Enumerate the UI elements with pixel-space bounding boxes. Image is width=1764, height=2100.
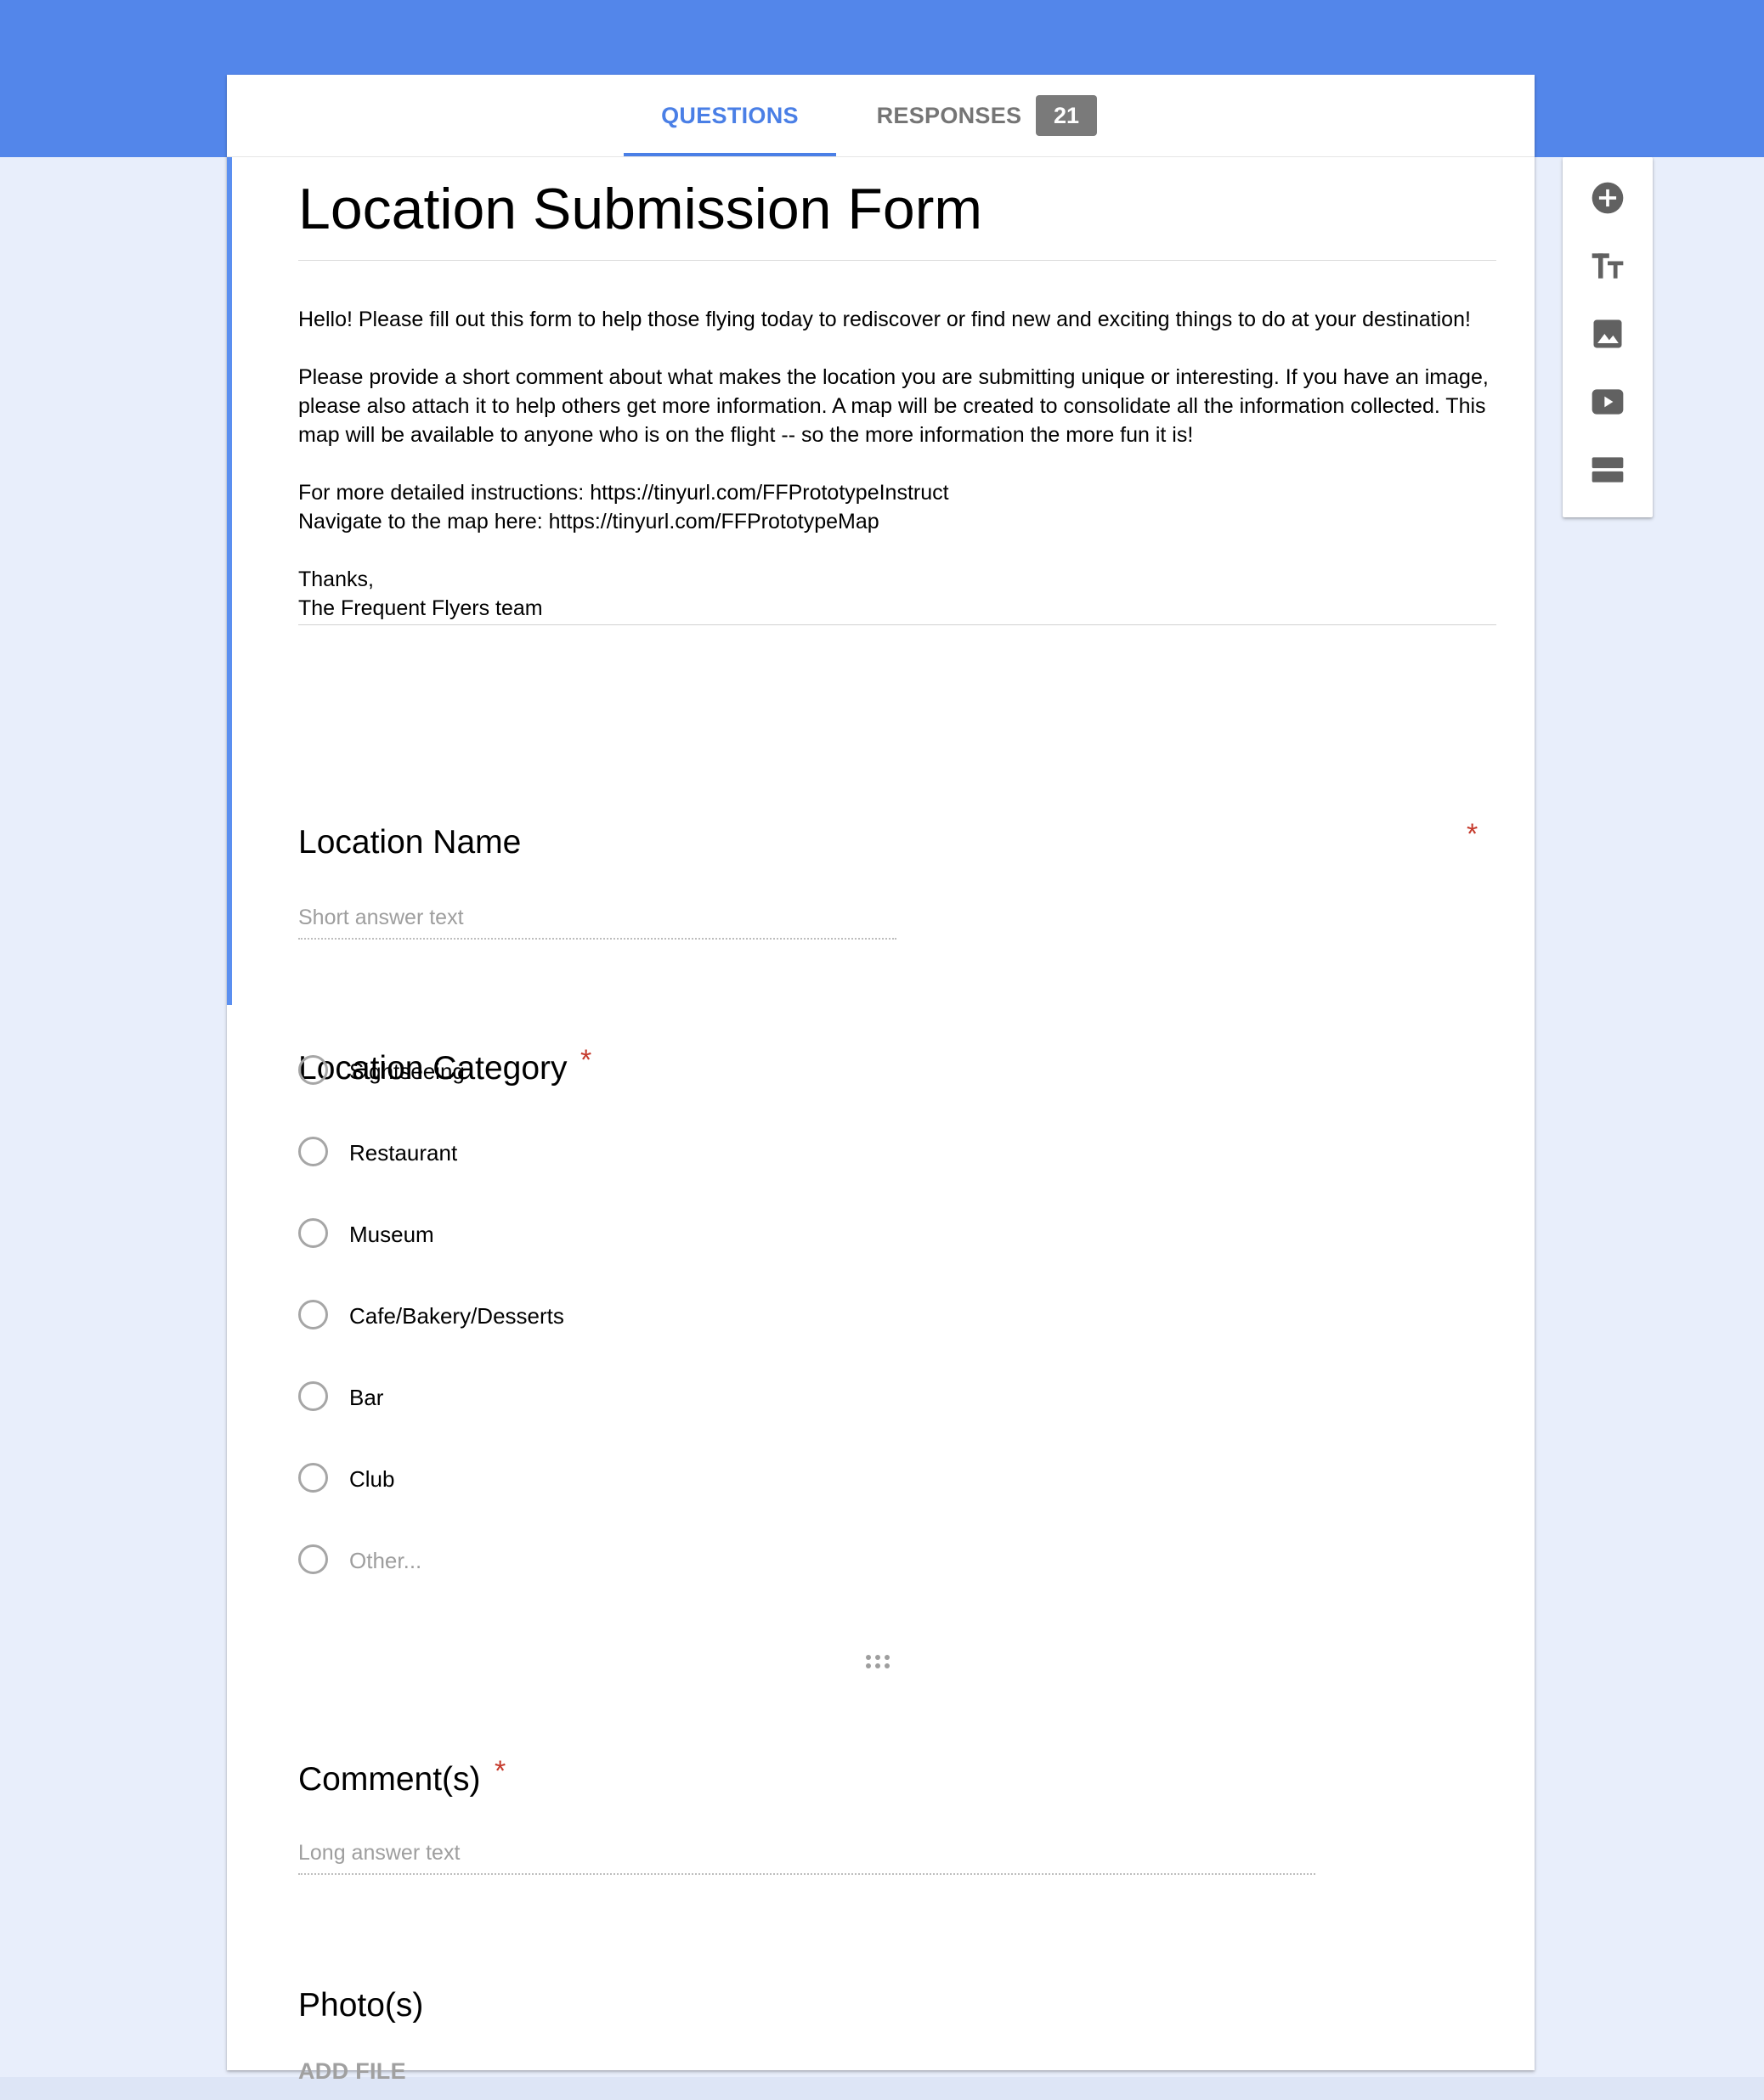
required-asterisk: * <box>1467 818 1478 850</box>
add-question-icon[interactable] <box>1582 172 1633 223</box>
active-section-indicator <box>227 157 232 1005</box>
short-answer-field[interactable] <box>298 897 896 940</box>
floating-toolbar <box>1563 157 1653 517</box>
radio-button[interactable] <box>298 1544 328 1574</box>
option-label: Cafe/Bakery/Desserts <box>349 1303 564 1329</box>
radio-button[interactable] <box>298 1300 328 1329</box>
radio-option-bar[interactable]: Bar <box>298 1381 808 1419</box>
description-paragraph: For more detailed instructions: https://… <box>298 481 949 533</box>
option-label: Museum <box>349 1222 434 1247</box>
drag-handle-icon[interactable] <box>866 1655 891 1670</box>
add-file-button[interactable]: ADD FILE <box>298 2058 406 2085</box>
description-paragraph: Thanks, The Frequent Flyers team <box>298 567 543 620</box>
form-description[interactable]: Hello! Please fill out this form to help… <box>298 305 1496 625</box>
radio-button[interactable] <box>298 1137 328 1166</box>
question-title-comments[interactable]: Comment(s) <box>298 1760 481 1799</box>
option-label: Bar <box>349 1385 384 1410</box>
image-icon[interactable] <box>1582 308 1633 359</box>
tab-bar: QUESTIONS RESPONSES 21 <box>227 75 1535 157</box>
question-title-photos[interactable]: Photo(s) <box>298 1986 423 2025</box>
option-label: Other... <box>349 1548 422 1573</box>
radio-option-cafe[interactable]: Cafe/Bakery/Desserts <box>298 1300 808 1337</box>
video-icon[interactable] <box>1582 376 1633 427</box>
radio-option-club[interactable]: Club <box>298 1463 808 1500</box>
page-bottom-strip <box>0 2077 1764 2100</box>
radio-option-restaurant[interactable]: Restaurant <box>298 1137 808 1174</box>
long-answer-field[interactable] <box>298 1832 1315 1875</box>
tab-responses[interactable]: RESPONSES <box>864 75 1034 156</box>
section-icon[interactable] <box>1582 444 1633 495</box>
responses-count-badge[interactable]: 21 <box>1036 95 1097 136</box>
radio-button[interactable] <box>298 1381 328 1411</box>
radio-button[interactable] <box>298 1218 328 1248</box>
radio-option-sightseeing[interactable]: Sightseeing <box>298 1055 808 1092</box>
option-label: Sightseeing <box>349 1058 465 1084</box>
description-paragraph: Please provide a short comment about wha… <box>298 365 1489 447</box>
form-editor-card: QUESTIONS RESPONSES 21 Location Submissi… <box>227 75 1535 2084</box>
description-paragraph: Hello! Please fill out this form to help… <box>298 308 1471 331</box>
tab-questions[interactable]: QUESTIONS <box>624 75 836 156</box>
option-label: Club <box>349 1466 395 1492</box>
title-text-icon[interactable] <box>1582 240 1633 291</box>
radio-button[interactable] <box>298 1055 328 1085</box>
radio-option-other[interactable]: Other... <box>298 1544 808 1582</box>
radio-option-museum[interactable]: Museum <box>298 1218 808 1256</box>
option-label: Restaurant <box>349 1140 458 1166</box>
question-title-location-name[interactable]: Location Name <box>298 823 521 862</box>
required-asterisk: * <box>495 1755 506 1787</box>
radio-button[interactable] <box>298 1463 328 1493</box>
form-title[interactable]: Location Submission Form <box>298 175 1496 261</box>
